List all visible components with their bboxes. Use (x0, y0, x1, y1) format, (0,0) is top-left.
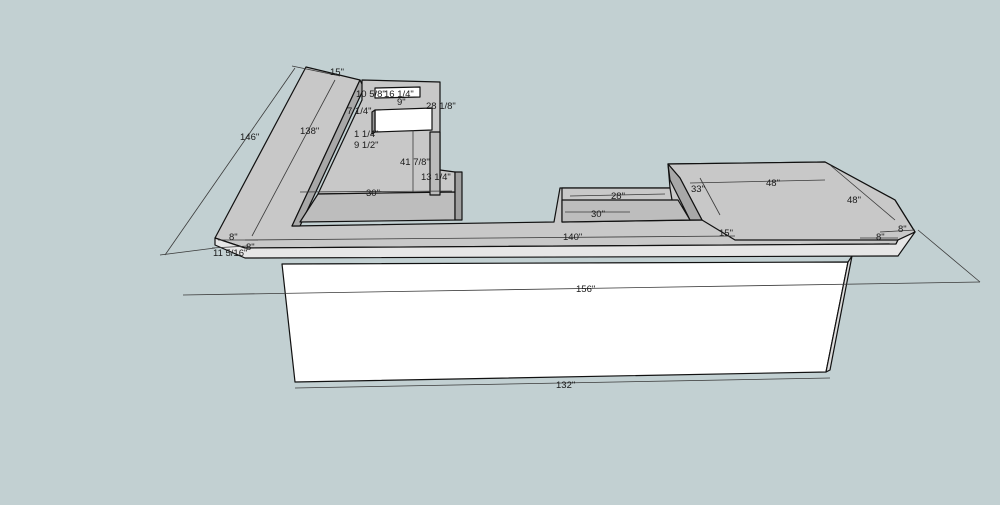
bar-model-drawing: 146" 15" 138" 10 5/8" 16 1/4" 9" 7 1/4" … (159, 65, 981, 391)
dim-15-right: 15" (719, 228, 733, 239)
dim-140: 140" (563, 232, 582, 243)
dim-138: 138" (300, 126, 319, 137)
dim-33: 33" (691, 184, 705, 195)
dim-28: 28" (611, 191, 625, 202)
dim-30-right: 30" (591, 209, 605, 220)
dim-8-right-end: 8" (898, 224, 907, 235)
dim-8-left: 8" (229, 232, 238, 243)
right-step-wall (561, 199, 691, 223)
dim-30-left: 30" (366, 188, 380, 199)
dim-13: 13 1/4" (421, 172, 451, 183)
dim-48-side: 48" (847, 195, 861, 206)
dim-146: 146" (240, 132, 259, 143)
dim-28-1-8: 28 1/8" (426, 101, 456, 112)
dim-8-right: 8" (876, 232, 885, 243)
dim-9: 9" (397, 97, 406, 108)
sketchup-viewport: 146" 15" 138" 10 5/8" 16 1/4" 9" 7 1/4" … (0, 0, 1000, 505)
dim-15-top: 15" (330, 67, 344, 78)
sink-cutout (374, 107, 433, 133)
base-cabinet-front-face (281, 261, 849, 383)
dim-132: 132" (556, 380, 575, 391)
dim-1-1-4: 1 1/4" (354, 129, 379, 140)
dim-9-1-2: 9 1/2" (354, 140, 379, 151)
dim-48-top: 48" (766, 178, 780, 189)
dim-11-5-16: 11 5/16" (213, 248, 247, 259)
middle-section-right-wall (454, 171, 463, 221)
dim-7-1-4: 7 1/4" (347, 106, 372, 117)
drawer-notch (429, 131, 441, 196)
dim-156: 156" (576, 284, 595, 295)
dim-41-7-8: 41 7/8" (400, 157, 430, 168)
dim-10-5-8: 10 5/8" (356, 89, 386, 100)
